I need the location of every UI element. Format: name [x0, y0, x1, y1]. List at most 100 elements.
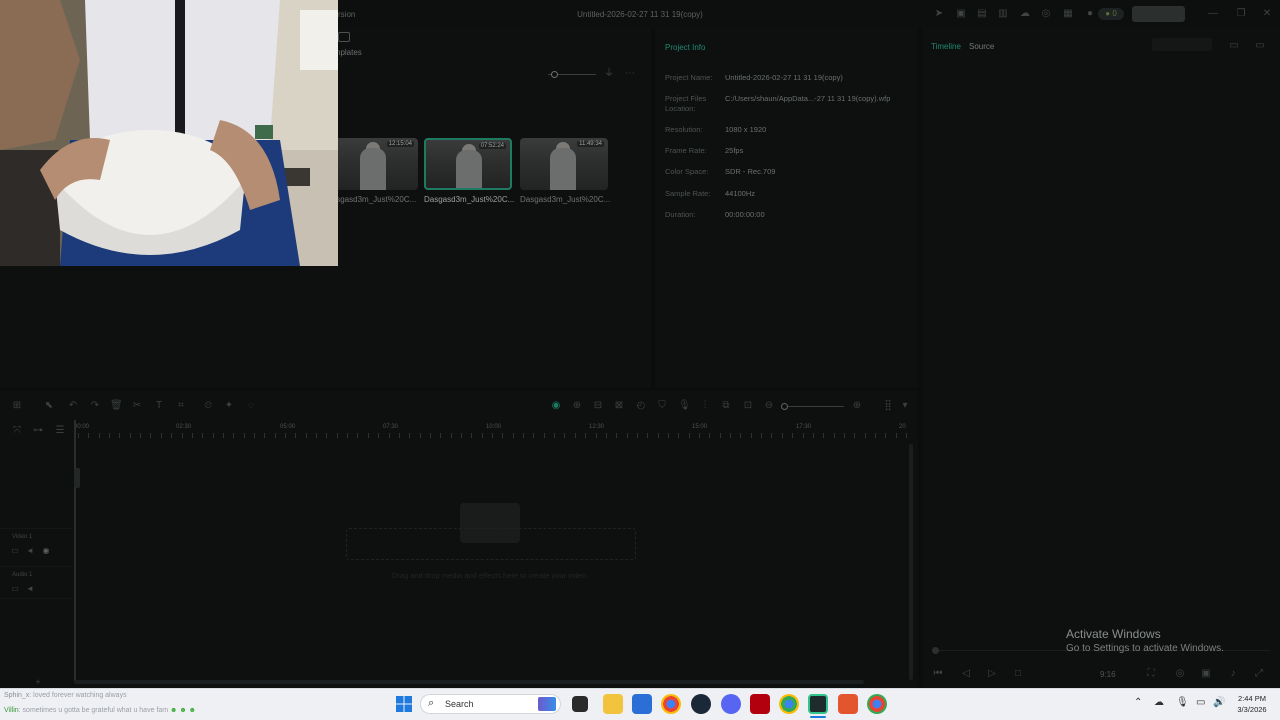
media-clip-2[interactable]: 07:52:24: [424, 138, 512, 190]
media-clip-1[interactable]: 12:15:04: [330, 138, 418, 190]
render-preview-icon[interactable]: ⊠: [613, 400, 625, 412]
add-icon[interactable]: +: [32, 676, 44, 688]
discord-icon[interactable]: [721, 694, 741, 714]
network-icon[interactable]: ▭: [1196, 697, 1205, 708]
templates-icon[interactable]: [338, 32, 350, 42]
timeline-layout-icon[interactable]: ⣿: [882, 400, 894, 412]
fullscreen-icon[interactable]: ⛶: [1145, 668, 1157, 680]
acrobat-icon[interactable]: [750, 694, 770, 714]
crop-icon[interactable]: ⌗: [175, 400, 187, 412]
audio-mixer-icon[interactable]: ⫶: [699, 400, 711, 412]
timeline-zoom-knob[interactable]: [781, 403, 788, 410]
more-icon[interactable]: ⋯: [624, 68, 636, 80]
close-icon[interactable]: ✕: [1260, 8, 1274, 19]
filter-icon[interactable]: ⏚: [603, 68, 615, 80]
avatar[interactable]: ●: [1084, 8, 1096, 20]
speaker-icon[interactable]: ◄: [24, 583, 36, 595]
prev-frame-icon[interactable]: ⏮: [932, 668, 944, 680]
stop-icon[interactable]: □: [1012, 668, 1024, 680]
shield-icon[interactable]: ⛉: [656, 400, 668, 412]
media-clip-3[interactable]: 11:49:34: [520, 138, 608, 190]
speaker-icon[interactable]: ◄: [24, 545, 36, 557]
render-icon[interactable]: ◎: [1174, 668, 1186, 680]
inbox-icon[interactable]: ▣: [955, 8, 967, 20]
folder-icon[interactable]: ▭: [9, 583, 21, 595]
minimize-icon[interactable]: —: [1206, 8, 1220, 19]
volume-tray-icon[interactable]: 🔊: [1213, 697, 1225, 708]
step-back-icon[interactable]: ◁: [960, 668, 972, 680]
mic-icon[interactable]: 🎙: [678, 400, 691, 412]
headset-icon[interactable]: ◎: [1040, 8, 1052, 20]
cloud-off-icon[interactable]: ☁: [1154, 697, 1164, 708]
tab-timeline[interactable]: Timeline: [931, 42, 961, 51]
redo-icon[interactable]: ↷: [89, 400, 101, 412]
send-icon[interactable]: ➤: [933, 8, 945, 20]
playhead-handle[interactable]: [74, 468, 80, 488]
timeline-vertical-scrollbar[interactable]: [909, 444, 913, 680]
tab-source[interactable]: Source: [969, 42, 994, 51]
pip-icon[interactable]: ⧉: [720, 400, 732, 412]
clock[interactable]: 2:44 PM 3/3/2026: [1232, 693, 1272, 715]
speed-icon[interactable]: ⏲: [202, 400, 214, 412]
file-explorer-icon[interactable]: [603, 694, 623, 714]
thumbnail-size-knob[interactable]: [551, 71, 558, 78]
timeline-zoom-slider[interactable]: [784, 406, 844, 407]
track-manager-icon[interactable]: ⤧: [11, 425, 23, 437]
export-button[interactable]: [1132, 6, 1185, 22]
chevron-up-icon[interactable]: ⌃: [1134, 697, 1142, 708]
camera-icon[interactable]: ▣: [1200, 668, 1212, 680]
delete-icon[interactable]: 🗑: [110, 400, 123, 412]
text-icon[interactable]: T: [153, 400, 165, 412]
fit-icon[interactable]: ⊡: [742, 400, 754, 412]
cut-icon[interactable]: ✂: [131, 400, 143, 412]
ruler-tick: [429, 433, 431, 438]
folder-icon[interactable]: ▭: [9, 545, 21, 557]
store-icon[interactable]: [632, 694, 652, 714]
templates-tab-label[interactable]: nplates: [336, 48, 362, 57]
info-value-files-location[interactable]: C:/Users/shaun/AppData...-27 11 31 19(co…: [725, 94, 910, 104]
grid-icon[interactable]: ▦: [1062, 8, 1074, 20]
task-view-icon[interactable]: [572, 696, 588, 712]
clock-icon[interactable]: ◴: [635, 400, 647, 412]
play-icon[interactable]: ▷: [986, 668, 998, 680]
windows-start-icon[interactable]: [395, 695, 413, 713]
quality-dropdown[interactable]: [1152, 38, 1212, 51]
volume-icon[interactable]: ♪: [1227, 668, 1239, 680]
marker-icon[interactable]: ⊕: [571, 400, 583, 412]
steam-icon[interactable]: [691, 694, 711, 714]
zoom-in-icon[interactable]: ⊕: [851, 400, 863, 412]
app-red-icon[interactable]: [838, 694, 858, 714]
zoom-out-icon[interactable]: ⊖: [763, 400, 775, 412]
chrome-profile-icon[interactable]: [779, 694, 799, 714]
add-track-icon[interactable]: ☰: [54, 425, 66, 437]
snap-icon[interactable]: ◉: [550, 400, 562, 412]
chrome-icon[interactable]: [661, 694, 681, 714]
playhead[interactable]: [74, 420, 76, 682]
undo-icon[interactable]: ↶: [67, 400, 79, 412]
chrome-dev-icon[interactable]: [867, 694, 887, 714]
cloud-icon[interactable]: ☁: [1019, 8, 1031, 20]
chevron-down-icon[interactable]: ▾: [899, 400, 911, 412]
preview-playhead-knob[interactable]: [932, 647, 939, 654]
eye-icon[interactable]: ◉: [40, 545, 52, 557]
select-tool-icon[interactable]: ⬉: [43, 400, 55, 412]
filmora-icon[interactable]: [808, 694, 828, 714]
drop-zone[interactable]: [346, 528, 636, 560]
layout-icon[interactable]: ▤: [976, 8, 988, 20]
credits-badge[interactable]: ● 0: [1098, 8, 1124, 20]
aspect-ratio[interactable]: 9:16: [1100, 670, 1116, 679]
split-icon[interactable]: ⊟: [592, 400, 604, 412]
layout-icon[interactable]: ⊞: [11, 400, 23, 412]
link-icon[interactable]: ⊶: [32, 425, 44, 437]
expand-icon[interactable]: ⤢: [1253, 668, 1265, 680]
preview-settings-icon[interactable]: ▭: [1254, 40, 1266, 52]
widgets-icon[interactable]: [538, 697, 556, 711]
save-icon[interactable]: ▥: [997, 8, 1009, 20]
snapshot-icon[interactable]: ▭: [1228, 40, 1240, 52]
info-label-sample-rate: Sample Rate:: [665, 189, 711, 198]
timeline-horizontal-scrollbar[interactable]: [74, 680, 864, 684]
effects-icon[interactable]: ◌: [245, 400, 257, 412]
ai-tools-icon[interactable]: ✦: [223, 400, 235, 412]
maximize-icon[interactable]: ❐: [1234, 8, 1248, 19]
microphone-icon[interactable]: 🎙: [1176, 697, 1189, 708]
